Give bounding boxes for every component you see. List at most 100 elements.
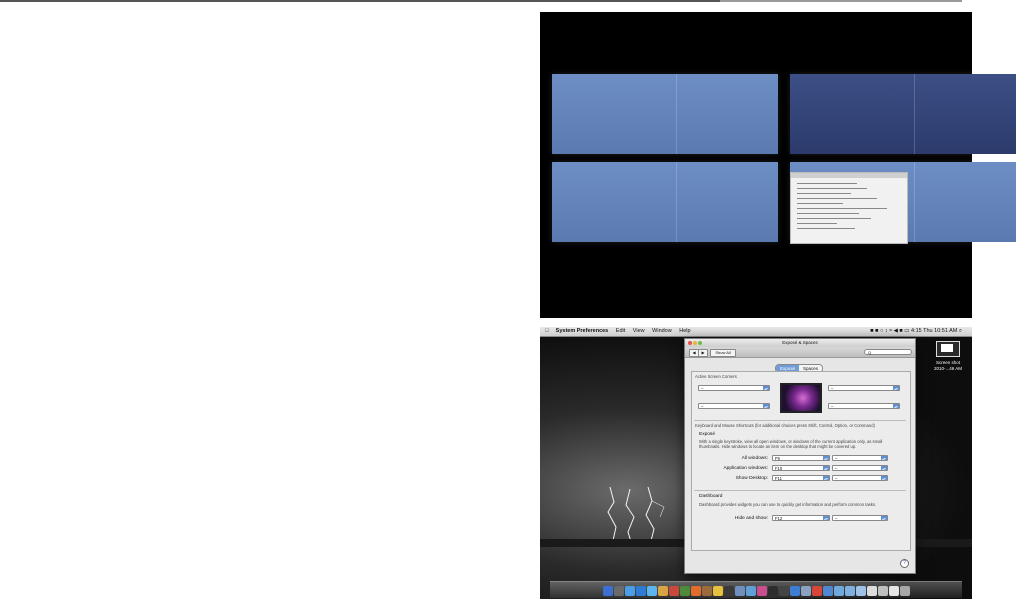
application-windows-label: Application windows: bbox=[723, 466, 768, 471]
dock-app-icon[interactable] bbox=[767, 586, 778, 596]
popup-arrow-icon: ▴▾ bbox=[823, 476, 829, 481]
dock-app-icon[interactable] bbox=[877, 586, 888, 596]
dock-app-icon[interactable] bbox=[602, 586, 613, 596]
apple-menu-icon[interactable]:  bbox=[545, 327, 549, 336]
space-2[interactable] bbox=[790, 74, 1016, 154]
popup-value: F11 bbox=[775, 476, 782, 481]
menu-help[interactable]: Help bbox=[679, 327, 690, 336]
menu-view[interactable]: View bbox=[633, 327, 645, 336]
corner-bottom-right-popup[interactable]: – ▴▾ bbox=[828, 403, 900, 409]
dock-app-icon[interactable] bbox=[745, 586, 756, 596]
application-windows-key-popup[interactable]: F10 ▴▾ bbox=[772, 465, 830, 471]
zoom-button[interactable] bbox=[698, 341, 702, 345]
popup-value: – bbox=[835, 516, 838, 521]
window-titlebar: Exposé & Spaces bbox=[685, 339, 915, 347]
text-line bbox=[797, 223, 837, 224]
popup-value: F12 bbox=[775, 516, 783, 521]
dock-app-icon[interactable] bbox=[756, 586, 767, 596]
dock-app-icon[interactable] bbox=[679, 586, 690, 596]
dock-app-icon[interactable] bbox=[690, 586, 701, 596]
text-line bbox=[797, 198, 877, 199]
text-line bbox=[797, 218, 871, 219]
dock-app-icon[interactable] bbox=[701, 586, 712, 596]
space-divider bbox=[676, 162, 677, 242]
corner-top-left-popup[interactable]: – ▴▾ bbox=[698, 385, 770, 391]
dock-app-icon[interactable] bbox=[789, 586, 800, 596]
dock-app-icon[interactable] bbox=[712, 586, 723, 596]
dock-app-icon[interactable] bbox=[723, 586, 734, 596]
popup-value: – bbox=[701, 404, 704, 409]
dock-app-icon[interactable] bbox=[811, 586, 822, 596]
dock-app-icon[interactable] bbox=[624, 586, 635, 596]
hide-and-show-label: Hide and show: bbox=[734, 516, 768, 521]
popup-arrow-icon: ▴▾ bbox=[823, 466, 829, 471]
window-toolbar: ◀ ▶ Show All Q bbox=[685, 347, 915, 358]
top-border-highlight bbox=[720, 0, 962, 2]
dock-app-icon[interactable] bbox=[635, 586, 646, 596]
mini-window-titlebar bbox=[791, 173, 907, 178]
space-3[interactable] bbox=[552, 162, 778, 242]
text-line bbox=[797, 188, 867, 189]
dock-app-icon[interactable] bbox=[613, 586, 624, 596]
dock-app-icon[interactable] bbox=[668, 586, 679, 596]
popup-value: F10 bbox=[775, 466, 783, 471]
show-desktop-label: Show Desktop: bbox=[735, 476, 768, 481]
popup-value: – bbox=[701, 386, 704, 391]
dock-app-icon[interactable] bbox=[822, 586, 833, 596]
shortcuts-heading: Keyboard and Mouse Shortcuts (for additi… bbox=[695, 423, 875, 428]
show-desktop-key-popup[interactable]: F11 ▴▾ bbox=[772, 475, 830, 481]
space-1[interactable] bbox=[552, 74, 778, 154]
show-all-button[interactable]: Show All bbox=[710, 349, 736, 357]
corner-bottom-left-popup[interactable]: – ▴▾ bbox=[698, 403, 770, 409]
application-windows-mouse-popup[interactable]: – ▴▾ bbox=[832, 465, 888, 471]
dock-app-icon[interactable] bbox=[888, 586, 899, 596]
dock-app-icon[interactable] bbox=[866, 586, 877, 596]
dock-app-icon[interactable] bbox=[800, 586, 811, 596]
all-windows-mouse-popup[interactable]: – ▴▾ bbox=[832, 455, 888, 461]
dock-app-icon[interactable] bbox=[899, 586, 910, 596]
space-divider bbox=[914, 162, 915, 242]
minimize-button[interactable] bbox=[693, 341, 697, 345]
forward-button[interactable]: ▶ bbox=[698, 349, 708, 357]
mini-terminal-window[interactable] bbox=[790, 172, 908, 244]
screenshot-file-label: Screen shot 2010-...46 AM bbox=[933, 360, 963, 371]
dashboard-key-popup[interactable]: F12 ▴▾ bbox=[772, 515, 830, 521]
text-line bbox=[797, 183, 857, 184]
help-button[interactable]: ? bbox=[900, 559, 909, 568]
dock-app-icon[interactable] bbox=[657, 586, 668, 596]
search-field[interactable]: Q bbox=[864, 349, 912, 355]
popup-arrow-icon: ▴▾ bbox=[823, 456, 829, 461]
show-desktop-mouse-popup[interactable]: – ▴▾ bbox=[832, 475, 888, 481]
menu-edit[interactable]: Edit bbox=[616, 327, 625, 336]
spaces-overview bbox=[540, 12, 1016, 318]
screenshot-file-icon[interactable] bbox=[936, 341, 960, 357]
dock-app-icon[interactable] bbox=[646, 586, 657, 596]
close-button[interactable] bbox=[688, 341, 692, 345]
dock-app-icon[interactable] bbox=[844, 586, 855, 596]
space-4[interactable] bbox=[790, 162, 1016, 244]
popup-arrow-icon: ▴▾ bbox=[881, 476, 887, 481]
corner-top-right-popup[interactable]: – ▴▾ bbox=[828, 385, 900, 391]
expose-heading: Exposé bbox=[699, 432, 715, 437]
text-line bbox=[797, 208, 887, 209]
popup-arrow-icon: ▴▾ bbox=[881, 456, 887, 461]
dashboard-mouse-popup[interactable]: – ▴▾ bbox=[832, 515, 888, 521]
popup-value: – bbox=[835, 456, 838, 461]
expose-spaces-window: Exposé & Spaces ◀ ▶ Show All Q Exposé Sp… bbox=[684, 338, 916, 574]
popup-arrow-icon: ▴▾ bbox=[881, 516, 887, 521]
active-corners-heading: Active Screen Corners bbox=[695, 374, 737, 379]
popup-value: – bbox=[831, 386, 834, 391]
mac-desktop:  System Preferences Edit View Window He… bbox=[540, 327, 972, 599]
dock-app-icon[interactable] bbox=[778, 586, 789, 596]
dock-app-icon[interactable] bbox=[833, 586, 844, 596]
popup-arrow-icon: ▴▾ bbox=[893, 404, 899, 409]
menu-status-area[interactable]: ■ ■ ○ ↕ ≈ ◀ ■ ▭ 4:15 Thu 10:51 AM ⌕ bbox=[870, 327, 962, 336]
menu-app-name[interactable]: System Preferences bbox=[556, 327, 609, 336]
screen-preview-thumbnail bbox=[780, 383, 822, 413]
popup-value: – bbox=[835, 466, 838, 471]
menu-window[interactable]: Window bbox=[652, 327, 672, 336]
dock-app-icon[interactable] bbox=[734, 586, 745, 596]
all-windows-key-popup[interactable]: F9 ▴▾ bbox=[772, 455, 830, 461]
all-windows-label: All windows: bbox=[741, 456, 768, 461]
dock-app-icon[interactable] bbox=[855, 586, 866, 596]
